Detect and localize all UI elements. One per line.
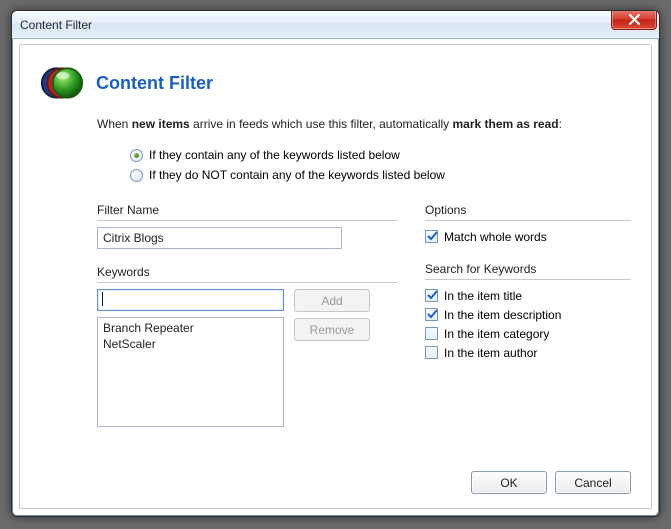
list-item[interactable]: NetScaler xyxy=(103,336,278,352)
list-item[interactable]: Branch Repeater xyxy=(103,320,278,336)
checkbox-in-author[interactable]: In the item author xyxy=(425,343,631,362)
checkbox-icon xyxy=(425,289,438,302)
dialog-body: Content Filter When new items arrive in … xyxy=(19,44,652,509)
radio-label: If they contain any of the keywords list… xyxy=(149,148,400,162)
radio-not-contain[interactable]: If they do NOT contain any of the keywor… xyxy=(130,165,631,185)
checkbox-icon xyxy=(425,308,438,321)
checkbox-in-category[interactable]: In the item category xyxy=(425,324,631,343)
add-button[interactable]: Add xyxy=(294,289,370,312)
filter-lens-icon xyxy=(40,61,84,105)
checkbox-icon xyxy=(425,327,438,340)
radio-icon xyxy=(130,169,143,182)
divider xyxy=(425,220,631,221)
dialog-window: Content Filter Conte xyxy=(11,10,660,517)
radio-icon xyxy=(130,149,143,162)
checkbox-label: In the item title xyxy=(444,289,522,303)
remove-button[interactable]: Remove xyxy=(294,318,370,341)
radio-contain[interactable]: If they contain any of the keywords list… xyxy=(130,145,631,165)
options-label: Options xyxy=(425,203,631,217)
checkbox-label: Match whole words xyxy=(444,230,547,244)
keywords-list[interactable]: Branch Repeater NetScaler xyxy=(97,317,284,427)
checkbox-in-title[interactable]: In the item title xyxy=(425,286,631,305)
radio-label: If they do NOT contain any of the keywor… xyxy=(149,168,445,182)
close-icon xyxy=(629,14,640,25)
filter-name-label: Filter Name xyxy=(97,203,397,217)
filter-name-input[interactable] xyxy=(97,227,342,249)
checkbox-icon xyxy=(425,230,438,243)
mode-radio-group: If they contain any of the keywords list… xyxy=(130,145,631,185)
page-title: Content Filter xyxy=(96,73,213,94)
intro-text: When new items arrive in feeds which use… xyxy=(97,117,631,131)
checkbox-match-whole-words[interactable]: Match whole words xyxy=(425,227,631,246)
cancel-button[interactable]: Cancel xyxy=(555,471,631,494)
keyword-input[interactable] xyxy=(97,289,284,311)
checkbox-label: In the item author xyxy=(444,346,537,360)
search-label: Search for Keywords xyxy=(425,262,631,276)
dialog-footer: OK Cancel xyxy=(471,471,631,494)
titlebar[interactable]: Content Filter xyxy=(12,11,659,39)
keywords-label: Keywords xyxy=(97,265,397,279)
ok-button[interactable]: OK xyxy=(471,471,547,494)
close-button[interactable] xyxy=(611,10,657,30)
divider xyxy=(425,279,631,280)
divider xyxy=(97,220,397,221)
divider xyxy=(97,282,397,283)
window-title: Content Filter xyxy=(20,18,92,32)
checkbox-label: In the item description xyxy=(444,308,561,322)
checkbox-in-description[interactable]: In the item description xyxy=(425,305,631,324)
checkbox-label: In the item category xyxy=(444,327,549,341)
text-caret xyxy=(102,292,103,306)
checkbox-icon xyxy=(425,346,438,359)
